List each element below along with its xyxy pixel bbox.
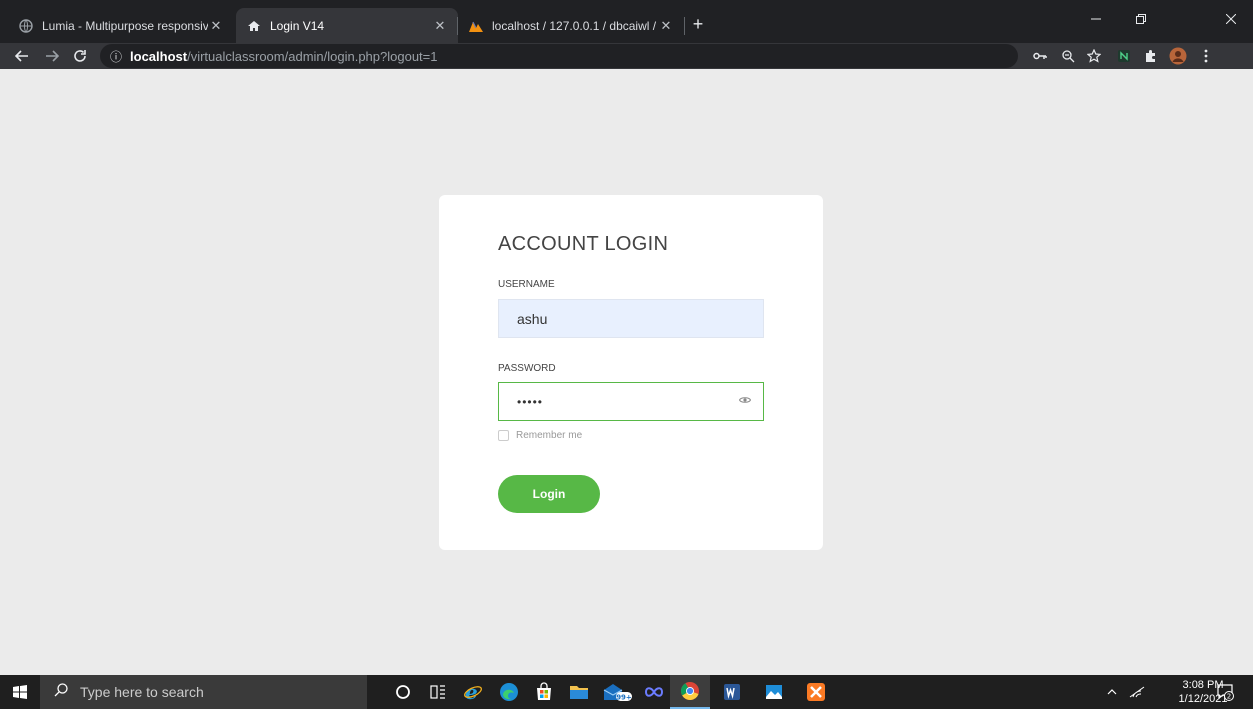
mail-icon[interactable]: 99+ bbox=[598, 675, 638, 709]
phpmyadmin-icon bbox=[468, 18, 484, 34]
username-label: USERNAME bbox=[498, 279, 555, 290]
windows-taskbar: Type here to search e 99+ 3:08 PM 1/12/2… bbox=[0, 675, 1253, 709]
profile-avatar[interactable] bbox=[1166, 44, 1190, 68]
word-icon[interactable] bbox=[712, 675, 752, 709]
minimize-button[interactable] bbox=[1073, 5, 1118, 33]
remember-me-checkbox[interactable] bbox=[498, 430, 509, 441]
forward-arrow-icon[interactable] bbox=[40, 44, 64, 68]
login-button[interactable]: Login bbox=[498, 475, 600, 513]
new-tab-button[interactable]: + bbox=[684, 10, 712, 38]
close-tab-icon[interactable]: ✕ bbox=[432, 18, 448, 34]
close-tab-icon[interactable]: ✕ bbox=[208, 18, 224, 34]
bookmark-star-icon[interactable] bbox=[1082, 44, 1106, 68]
file-explorer-icon[interactable] bbox=[559, 675, 599, 709]
url-path: /virtualclassroom/admin/login.php?logout… bbox=[187, 48, 438, 64]
remember-me-label: Remember me bbox=[516, 430, 583, 441]
cortana-icon[interactable] bbox=[383, 675, 423, 709]
tab-title: Login V14 bbox=[270, 18, 325, 33]
notification-count: 2 bbox=[1227, 693, 1231, 701]
photos-icon[interactable] bbox=[754, 675, 794, 709]
extensions-puzzle-icon[interactable] bbox=[1139, 44, 1163, 68]
tab-login-v14[interactable]: Login V14 ✕ bbox=[236, 8, 458, 43]
tab-separator bbox=[684, 17, 685, 35]
chrome-icon[interactable] bbox=[670, 675, 710, 709]
reload-icon[interactable] bbox=[68, 44, 92, 68]
search-icon bbox=[54, 683, 68, 701]
browser-tab-strip: Lumia - Multipurpose responsive ✕ Login … bbox=[0, 0, 1253, 43]
show-password-eye-icon[interactable] bbox=[738, 395, 752, 407]
globe-icon bbox=[18, 18, 34, 34]
xampp-icon[interactable] bbox=[796, 675, 836, 709]
tab-phpmyadmin[interactable]: localhost / 127.0.0.1 / dbcaiwl / t ✕ bbox=[458, 8, 684, 43]
close-window-button[interactable] bbox=[1208, 5, 1253, 33]
taskbar-search[interactable]: Type here to search bbox=[40, 675, 367, 709]
browser-toolbar: ⓘ localhost/virtualclassroom/admin/login… bbox=[0, 43, 1253, 69]
task-view-icon[interactable] bbox=[418, 675, 458, 709]
infinity-app-icon[interactable] bbox=[634, 675, 674, 709]
address-bar[interactable]: ⓘ localhost/virtualclassroom/admin/login… bbox=[100, 44, 1018, 68]
password-label: PASSWORD bbox=[498, 363, 556, 374]
page-title: ACCOUNT LOGIN bbox=[498, 233, 669, 255]
search-placeholder: Type here to search bbox=[80, 684, 204, 700]
internet-explorer-icon[interactable]: e bbox=[453, 675, 493, 709]
show-hidden-icons-chevron-icon[interactable] bbox=[1103, 675, 1121, 709]
microsoft-store-icon[interactable] bbox=[524, 675, 564, 709]
close-tab-icon[interactable]: ✕ bbox=[658, 18, 674, 34]
zoom-icon[interactable] bbox=[1056, 44, 1080, 68]
edge-icon[interactable] bbox=[489, 675, 529, 709]
menu-kebab-icon[interactable] bbox=[1194, 44, 1218, 68]
tab-separator bbox=[457, 17, 458, 35]
password-input[interactable] bbox=[498, 382, 764, 421]
restore-button[interactable] bbox=[1118, 5, 1163, 33]
tab-title: Lumia - Multipurpose responsive bbox=[42, 18, 208, 33]
remember-me[interactable]: Remember me bbox=[498, 430, 582, 441]
username-input[interactable] bbox=[498, 299, 764, 338]
home-icon bbox=[246, 18, 262, 34]
url-host: localhost bbox=[130, 48, 188, 64]
back-arrow-icon[interactable] bbox=[10, 44, 34, 68]
tab-title: localhost / 127.0.0.1 / dbcaiwl / t bbox=[492, 18, 658, 33]
notification-center-icon[interactable]: 2 bbox=[1212, 675, 1238, 709]
wifi-icon[interactable] bbox=[1125, 675, 1149, 709]
tab-lumia[interactable]: Lumia - Multipurpose responsive ✕ bbox=[8, 8, 234, 43]
extension-n-icon[interactable] bbox=[1112, 44, 1136, 68]
key-icon[interactable] bbox=[1028, 44, 1052, 68]
windows-start-icon[interactable] bbox=[0, 675, 40, 709]
mail-badge-count: 99+ bbox=[616, 694, 632, 702]
site-info-icon[interactable]: ⓘ bbox=[110, 48, 122, 65]
login-card: ACCOUNT LOGIN USERNAME PASSWORD Remember… bbox=[439, 195, 823, 550]
